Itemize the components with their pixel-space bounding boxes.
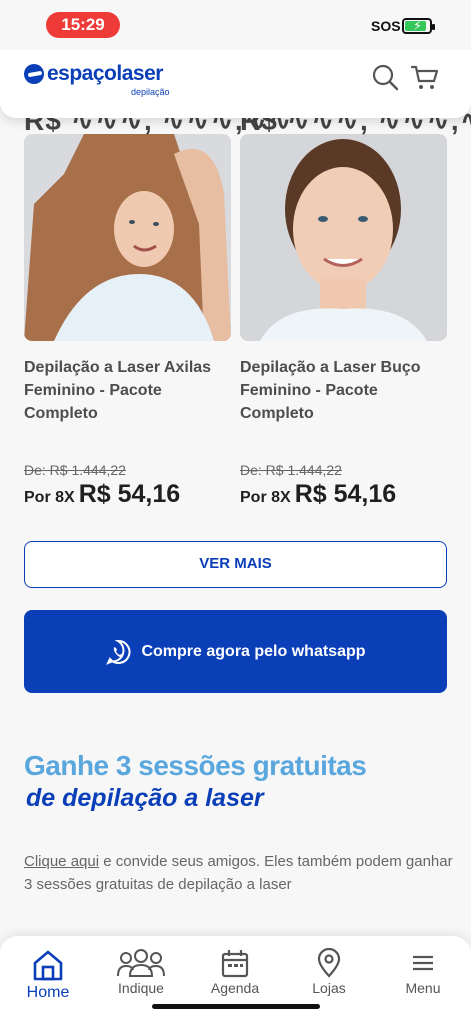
product-image[interactable] xyxy=(24,134,231,341)
product-price-value: R$ 54,16 xyxy=(78,480,181,508)
product-installments: Por 8X xyxy=(24,489,75,506)
nav-item-home[interactable]: Home xyxy=(8,948,88,1002)
promo-text: Clique aqui e convide seus amigos. Eles … xyxy=(24,850,454,896)
promo-subtitle: de depilação a laser xyxy=(26,784,264,812)
charging-bolt-icon: ⚡ xyxy=(413,18,423,33)
product-price-value: R$ 54,16 xyxy=(294,480,397,508)
ver-mais-button[interactable]: VER MAIS xyxy=(24,541,447,588)
page: 15:29 SOS ⚡ R$ ∿∿∿, ∿∿∿,∿∿ R$ ∿∿∿, ∿∿∿,∿… xyxy=(0,0,471,1019)
product-title[interactable]: Depilação a Laser Axilas Feminino - Paco… xyxy=(24,356,231,448)
app-header: espaçolaser depilação xyxy=(0,38,471,118)
nav-label-indique: Indique xyxy=(118,980,164,996)
hamburger-menu-icon xyxy=(413,955,433,971)
status-bar: 15:29 SOS ⚡ xyxy=(0,0,471,50)
home-indicator[interactable] xyxy=(152,1004,320,1009)
status-time: 15:29 xyxy=(46,12,120,38)
logo-text: espaçolaser xyxy=(47,62,163,85)
people-icon xyxy=(117,949,165,977)
product-old-price: De: R$ 1.444,22 xyxy=(240,462,342,478)
cart-icon[interactable] xyxy=(410,62,440,92)
product-price: Por 8X R$ 54,16 xyxy=(240,480,447,509)
home-icon xyxy=(33,950,63,981)
promo-title: Ganhe 3 sessões gratuitas xyxy=(24,750,367,781)
whatsapp-icon xyxy=(105,639,131,665)
product-price: Por 8X R$ 54,16 xyxy=(24,480,231,509)
logo-mark-icon xyxy=(24,64,44,84)
search-icon[interactable] xyxy=(370,62,400,92)
nav-label-agenda: Agenda xyxy=(210,980,260,996)
product-installments: Por 8X xyxy=(240,489,291,506)
nav-label-lojas: Lojas xyxy=(312,980,346,996)
nav-item-agenda[interactable]: Agenda xyxy=(195,948,275,996)
nav-label-menu: Menu xyxy=(405,980,441,996)
clique-aqui-link[interactable]: Clique aqui xyxy=(24,853,99,870)
location-pin-icon xyxy=(317,948,341,978)
nav-item-indique[interactable]: Indique xyxy=(101,948,181,996)
product-old-price: De: R$ 1.444,22 xyxy=(24,462,126,478)
nav-item-lojas[interactable]: Lojas xyxy=(289,948,369,996)
nav-label-home: Home xyxy=(26,984,70,1001)
product-card[interactable]: Depilação a Laser Buço Feminino - Pacote… xyxy=(240,134,447,509)
whatsapp-button-label: Compre agora pelo whatsapp xyxy=(141,642,366,660)
product-image[interactable] xyxy=(240,134,447,341)
product-title[interactable]: Depilação a Laser Buço Feminino - Pacote… xyxy=(240,356,447,448)
product-card[interactable]: Depilação a Laser Axilas Feminino - Paco… xyxy=(24,134,231,509)
logo-subtext: depilação xyxy=(131,87,170,97)
battery-icon: ⚡ xyxy=(402,18,435,34)
nav-item-menu[interactable]: Menu xyxy=(383,948,463,996)
calendar-icon xyxy=(221,950,249,978)
whatsapp-buy-button[interactable]: Compre agora pelo whatsapp xyxy=(24,610,447,693)
status-carrier: SOS xyxy=(371,18,401,34)
